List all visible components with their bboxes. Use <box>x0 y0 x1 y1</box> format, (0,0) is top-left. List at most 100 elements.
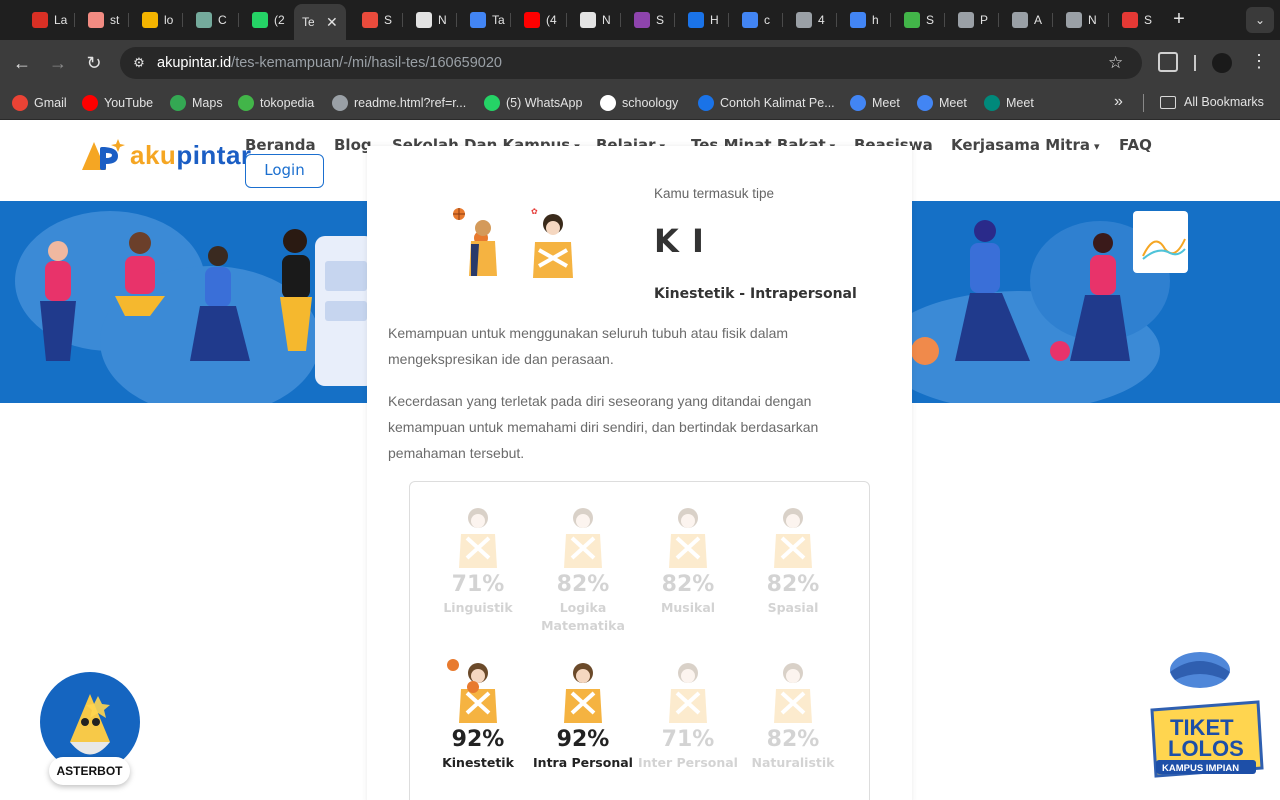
all-bookmarks-button[interactable]: All Bookmarks <box>1160 95 1264 109</box>
tab-search-button[interactable]: ⌄ <box>1246 7 1274 33</box>
tab-favicon-icon <box>1122 12 1138 28</box>
nav-item[interactable]: FAQ <box>1119 136 1152 154</box>
logic-character-icon <box>548 502 618 568</box>
tab-separator <box>128 13 129 27</box>
nav-item-label: Blog <box>334 136 372 154</box>
bookmark-item[interactable]: (5) WhatsApp <box>484 95 582 111</box>
nav-item-label: Beranda <box>245 136 316 154</box>
browser-tab[interactable]: N <box>574 6 616 34</box>
bookmark-item[interactable]: Meet <box>984 95 1034 111</box>
tab-favicon-icon <box>32 12 48 28</box>
tab-favicon-icon <box>252 12 268 28</box>
url-host: akupintar.id <box>157 55 232 71</box>
bookmark-item[interactable]: Gmail <box>12 95 67 111</box>
type-label: Kamu termasuk tipe <box>654 186 775 201</box>
browser-tab[interactable]: h <box>844 6 886 34</box>
tab-separator <box>456 13 457 27</box>
nav-item[interactable]: Kerjasama Mitra ▾ <box>951 136 1100 154</box>
login-button[interactable]: Login <box>245 154 324 188</box>
browser-tab[interactable]: c <box>736 6 778 34</box>
music-character-icon <box>653 502 723 568</box>
tiket-lolos-badge[interactable]: TIKET LOLOS KAMPUS IMPIAN <box>1140 650 1270 790</box>
extensions-icon[interactable] <box>1158 52 1178 72</box>
interpersonal-character-icon <box>653 657 723 723</box>
akupintar-logo[interactable]: akupintar <box>78 137 252 173</box>
bookmark-item[interactable]: Contoh Kalimat Pe... <box>698 95 835 111</box>
bookmark-favicon-icon <box>82 95 98 111</box>
bookmarks-bar: Gmail YouTube Maps tokopedia readme.html?ref… <box>0 86 1280 120</box>
tab-title: A <box>1034 13 1043 27</box>
browser-tab[interactable]: Ta <box>464 6 506 34</box>
tab-favicon-icon <box>796 12 812 28</box>
bookmark-item[interactable]: YouTube <box>82 95 153 111</box>
bookmark-label: YouTube <box>104 96 154 110</box>
site-settings-icon[interactable]: ⚙ <box>130 54 148 72</box>
type-code: K I <box>654 222 705 260</box>
profile-avatar[interactable] <box>1212 53 1232 73</box>
asterbot-label[interactable]: ASTERBOT <box>49 757 130 785</box>
browser-tab[interactable]: 4 <box>790 6 832 34</box>
address-url[interactable]: akupintar.id/tes-kemampuan/-/mi/hasil-te… <box>157 55 502 71</box>
score-item: 82% Logika Matematika <box>531 502 635 635</box>
tab-title: H <box>710 13 719 27</box>
forward-icon[interactable]: → <box>46 51 70 75</box>
bookmark-label: Meet <box>939 96 967 110</box>
score-name: Logika Matematika <box>541 600 625 633</box>
tab-title: S <box>656 13 665 27</box>
bookmark-item[interactable]: Meet <box>917 95 967 111</box>
close-tab-icon[interactable]: ✕ <box>326 14 338 31</box>
browser-tab[interactable]: A <box>1006 6 1048 34</box>
browser-tab[interactable]: S <box>898 6 940 34</box>
score-percent: 82% <box>661 572 715 597</box>
browser-tab[interactable]: N <box>410 6 452 34</box>
bookmark-item[interactable]: tokopedia <box>238 95 314 111</box>
bookmark-item[interactable]: Maps <box>170 95 223 111</box>
new-tab-button[interactable]: + <box>1168 8 1190 30</box>
tab-title: lo <box>164 13 174 27</box>
reload-icon[interactable]: ↻ <box>82 51 106 75</box>
browser-tab[interactable]: (4 <box>518 6 560 34</box>
nav-item[interactable]: Blog <box>334 136 372 154</box>
browser-tab[interactable]: P <box>952 6 994 34</box>
browser-tab[interactable]: C <box>190 6 232 34</box>
browser-tab[interactable]: S <box>356 6 398 34</box>
bookmark-label: (5) WhatsApp <box>506 96 583 110</box>
more-bookmarks-icon[interactable]: » <box>1114 93 1123 111</box>
score-item: 92% Kinestetik <box>426 657 530 772</box>
tab-favicon-icon <box>1012 12 1028 28</box>
bookmark-item[interactable]: Meet <box>850 95 900 111</box>
tab-separator <box>998 13 999 27</box>
tab-separator <box>620 13 621 27</box>
browser-tab[interactable]: S <box>1116 6 1158 34</box>
back-icon[interactable]: ← <box>10 51 34 75</box>
score-name: Musikal <box>660 600 716 615</box>
linguistic-character-icon <box>443 502 513 568</box>
tab-title: (2 <box>274 13 285 27</box>
tab-favicon-icon <box>850 12 866 28</box>
browser-tab[interactable]: (2 <box>246 6 288 34</box>
browser-tab[interactable]: lo <box>136 6 178 34</box>
score-percent: 71% <box>451 572 505 597</box>
browser-tab[interactable]: La <box>26 6 68 34</box>
browser-tab[interactable]: H <box>682 6 724 34</box>
bookmark-item[interactable]: schoology <box>600 95 678 111</box>
tab-title: La <box>54 13 68 27</box>
browser-tab[interactable]: N <box>1060 6 1102 34</box>
bookmark-star-icon[interactable]: ☆ <box>1108 53 1123 73</box>
tab-separator <box>74 13 75 27</box>
browser-tab[interactable]: st <box>82 6 124 34</box>
bookmark-item[interactable]: readme.html?ref=r... <box>332 95 466 111</box>
toolbar-divider <box>1194 55 1196 71</box>
browser-tab[interactable]: S <box>628 6 670 34</box>
tab-favicon-icon <box>688 12 704 28</box>
address-bar[interactable]: ⚙ akupintar.id/tes-kemampuan/-/mi/hasil-… <box>120 47 1142 79</box>
tab-title: C <box>218 13 227 27</box>
bookmark-label: schoology <box>622 96 679 110</box>
tab-title: Te <box>302 15 314 29</box>
browser-menu-icon[interactable]: ⋮ <box>1250 51 1268 72</box>
tab-active[interactable]: Te ✕ <box>294 4 346 40</box>
tab-title: c <box>764 13 770 27</box>
score-percent: 92% <box>556 727 610 752</box>
type-name: Kinestetik - Intrapersonal <box>654 286 857 302</box>
nav-item[interactable]: Beranda <box>245 136 316 154</box>
